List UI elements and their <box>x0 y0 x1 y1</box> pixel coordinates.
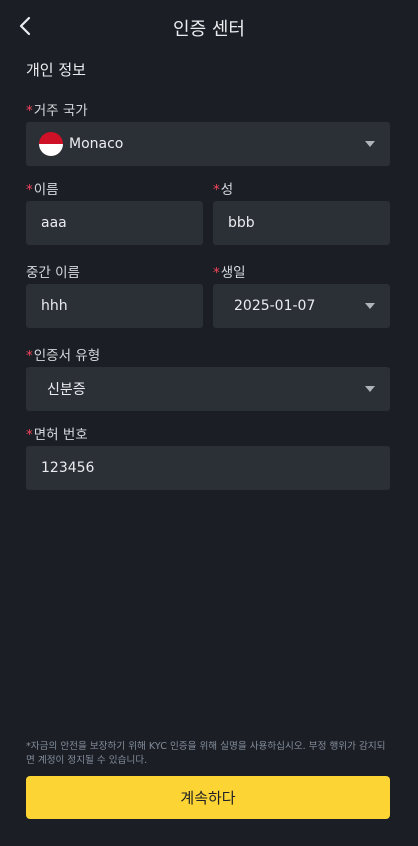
country-label: *거주 국가 <box>26 99 88 119</box>
required-mark: * <box>26 103 33 119</box>
birthday-label-text: 생일 <box>220 265 246 281</box>
header: 인증 센터 <box>0 0 418 52</box>
id-type-label: *인증서 유형 <box>26 344 100 364</box>
license-number-input[interactable] <box>26 446 390 490</box>
birthday-select[interactable]: 2025-01-07 <box>213 284 390 328</box>
birthday-value: 2025-01-07 <box>234 298 316 314</box>
continue-button[interactable]: 계속하다 <box>26 776 390 819</box>
caret-down-icon <box>365 303 375 309</box>
last-name-label-text: 성 <box>220 182 234 198</box>
page-title: 인증 센터 <box>173 19 245 40</box>
required-mark: * <box>26 427 33 443</box>
first-name-input[interactable] <box>26 201 203 245</box>
section-title-personal-info: 개인 정보 <box>26 61 86 79</box>
caret-down-icon <box>365 141 375 147</box>
birthday-label: *생일 <box>213 261 246 281</box>
required-mark: * <box>213 182 220 198</box>
required-mark: * <box>26 348 33 364</box>
identity-verification-page: 인증 센터 개인 정보 *거주 국가 Monaco *이름 *성 중간 이름 *… <box>0 0 418 846</box>
country-label-text: 거주 국가 <box>33 103 88 119</box>
country-select[interactable]: Monaco <box>26 122 390 166</box>
country-value: Monaco <box>69 136 124 152</box>
middle-name-label: 중간 이름 <box>26 265 80 281</box>
license-number-label: *면허 번호 <box>26 423 88 443</box>
first-name-label-text: 이름 <box>33 182 59 198</box>
monaco-flag-icon <box>39 132 63 156</box>
id-type-label-text: 인증서 유형 <box>33 348 101 364</box>
kyc-disclaimer: *자금의 안전을 보장하기 위해 KYC 인증을 위해 실명을 사용하십시오. … <box>26 741 386 766</box>
middle-name-input[interactable] <box>26 284 203 328</box>
license-number-label-text: 면허 번호 <box>33 427 88 443</box>
id-type-select[interactable]: 신분증 <box>26 367 390 411</box>
first-name-label: *이름 <box>26 178 59 198</box>
last-name-label: *성 <box>213 178 233 198</box>
required-mark: * <box>213 265 220 281</box>
id-type-value: 신분증 <box>47 382 86 398</box>
required-mark: * <box>26 182 33 198</box>
caret-down-icon <box>365 386 375 392</box>
last-name-input[interactable] <box>213 201 390 245</box>
